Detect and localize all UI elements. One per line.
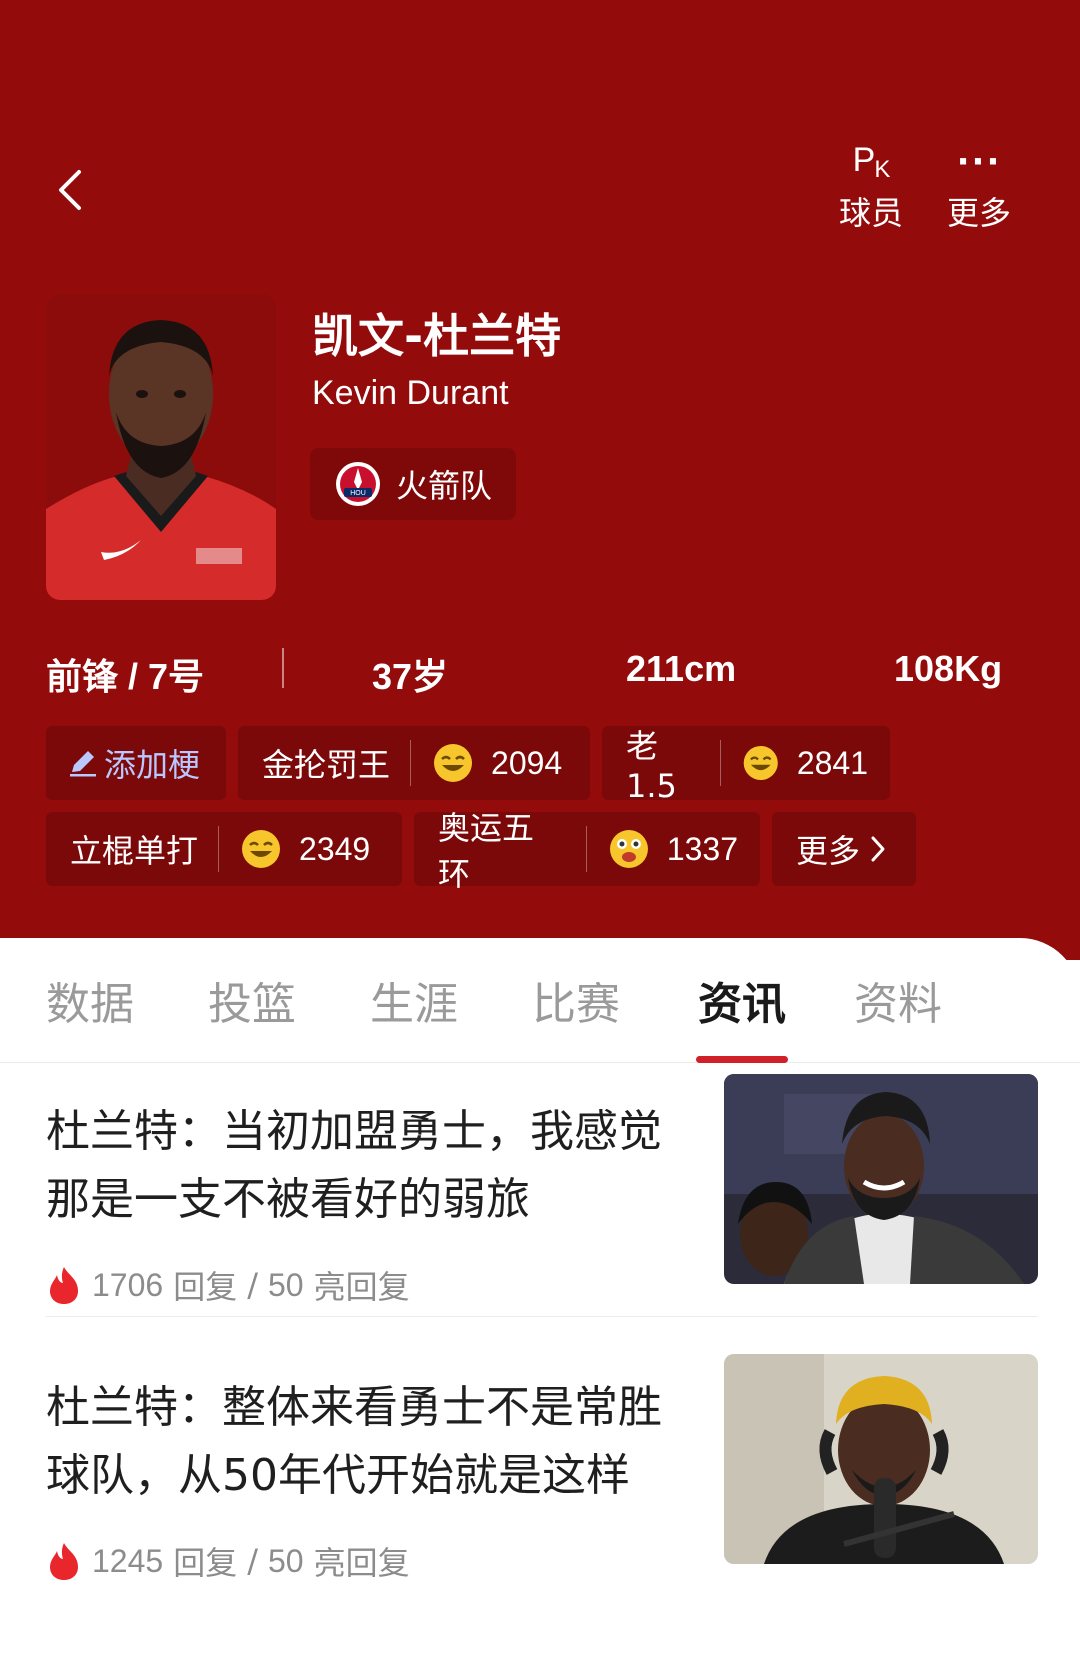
tag-chip[interactable]: 老1.5 2841: [602, 726, 890, 805]
player-height: 211cm: [626, 648, 737, 689]
more-tags-label: 更多: [796, 832, 861, 870]
tag-text: 立棍单打: [70, 832, 199, 870]
news-title: 杜兰特：当初加盟勇士，我感觉那是一支不被看好的弱旅: [46, 1106, 662, 1225]
chevron-left-icon: [59, 170, 81, 210]
tab-career[interactable]: 生涯: [354, 968, 474, 1032]
player-name-en: Kevin Durant: [312, 374, 509, 412]
tab-shooting[interactable]: 投篮: [192, 968, 312, 1032]
laugh-emoji-icon: [242, 830, 281, 868]
tag-separator: [218, 826, 220, 872]
news-item[interactable]: 杜兰特：整体来看勇士不是常胜球队，从50年代开始就是这样 1245 回复 / 5…: [46, 1354, 1038, 1654]
player-stats-row: 前锋 / 7号 37岁 211cm 108Kg: [46, 640, 1036, 700]
chevron-right-icon: [871, 836, 885, 862]
tag-text: 奥运五环: [438, 809, 535, 893]
tab-bar: 数据 投篮 生涯 比赛 资讯 资料: [0, 938, 1080, 1063]
add-tag-button[interactable]: 添加梗: [46, 726, 226, 800]
news-divider: [46, 1316, 1038, 1317]
pk-player-button[interactable]: PK 球员: [826, 140, 916, 234]
news-title: 杜兰特：整体来看勇士不是常胜球队，从50年代开始就是这样: [46, 1382, 662, 1501]
news-meta: 1706 回复 / 50 亮回复: [46, 1262, 410, 1308]
light-label: 亮回复: [313, 1544, 410, 1582]
tag-chip[interactable]: 立棍单打 2349: [46, 812, 402, 886]
active-tab-indicator: [696, 1056, 788, 1063]
player-age: 37岁: [372, 656, 449, 697]
news-thumbnail: [724, 1354, 1038, 1564]
surprised-emoji-icon: [609, 830, 648, 868]
tag-count: 2094: [491, 744, 563, 781]
tag-count: 2349: [299, 830, 371, 867]
tab-news[interactable]: 资讯: [682, 968, 802, 1032]
meta-separator: /: [247, 1266, 258, 1304]
laugh-emoji-icon: [434, 744, 473, 782]
stats-divider: [282, 648, 284, 688]
tag-separator: [585, 826, 587, 872]
tag-separator: [410, 740, 412, 786]
player-position: 前锋 / 7号: [46, 656, 205, 697]
team-name: 火箭队: [396, 467, 493, 505]
tag-text: 金抡罚王: [262, 746, 391, 784]
add-tag-label: 添加梗: [104, 746, 201, 784]
meta-separator: /: [247, 1542, 258, 1580]
fire-icon: [50, 1267, 78, 1304]
team-chip[interactable]: HOU 火箭队: [310, 448, 517, 520]
reply-count: 1245: [92, 1542, 164, 1579]
pk-icon: PK: [852, 140, 891, 183]
tab-profile[interactable]: 资料: [838, 968, 958, 1032]
tab-data[interactable]: 数据: [30, 968, 150, 1032]
reply-count: 1706: [92, 1266, 164, 1303]
fire-icon: [50, 1543, 78, 1580]
reply-label: 回复: [173, 1268, 238, 1306]
player-header: PK 球员 ··· 更多 凯文-杜兰特 Kevin Durant HOU 火箭队…: [0, 0, 1080, 960]
svg-text:HOU: HOU: [350, 490, 366, 497]
news-meta: 1245 回复 / 50 亮回复: [46, 1538, 410, 1584]
tag-count: 1337: [666, 830, 738, 867]
light-count: 50: [267, 1266, 304, 1303]
light-count: 50: [267, 1542, 304, 1579]
more-label: 更多: [946, 194, 1011, 232]
laugh-emoji-icon: [744, 745, 779, 781]
tab-games[interactable]: 比赛: [516, 968, 636, 1032]
light-label: 亮回复: [313, 1268, 410, 1306]
rockets-logo-icon: HOU: [336, 462, 380, 506]
tag-chip[interactable]: 奥运五环 1337: [414, 809, 760, 893]
tag-count: 2841: [796, 744, 868, 781]
player-photo: [46, 294, 276, 600]
more-button[interactable]: ··· 更多: [934, 140, 1024, 234]
tag-text: 老1.5: [626, 727, 677, 805]
back-button[interactable]: [40, 160, 100, 220]
player-weight: 108Kg: [894, 648, 1003, 689]
pk-label: 球员: [838, 194, 903, 232]
pencil-icon: [70, 751, 96, 777]
tag-separator: [720, 740, 722, 786]
more-tags-button[interactable]: 更多: [772, 812, 916, 886]
more-dots-icon: ···: [956, 142, 1002, 182]
player-name-cn: 凯文-杜兰特: [312, 309, 562, 363]
news-thumbnail: [724, 1074, 1038, 1284]
reply-label: 回复: [173, 1544, 238, 1582]
tag-chip[interactable]: 金抡罚王 2094: [238, 726, 590, 800]
news-item[interactable]: 杜兰特：当初加盟勇士，我感觉那是一支不被看好的弱旅 1706 回复 / 50 亮…: [46, 1074, 1038, 1378]
